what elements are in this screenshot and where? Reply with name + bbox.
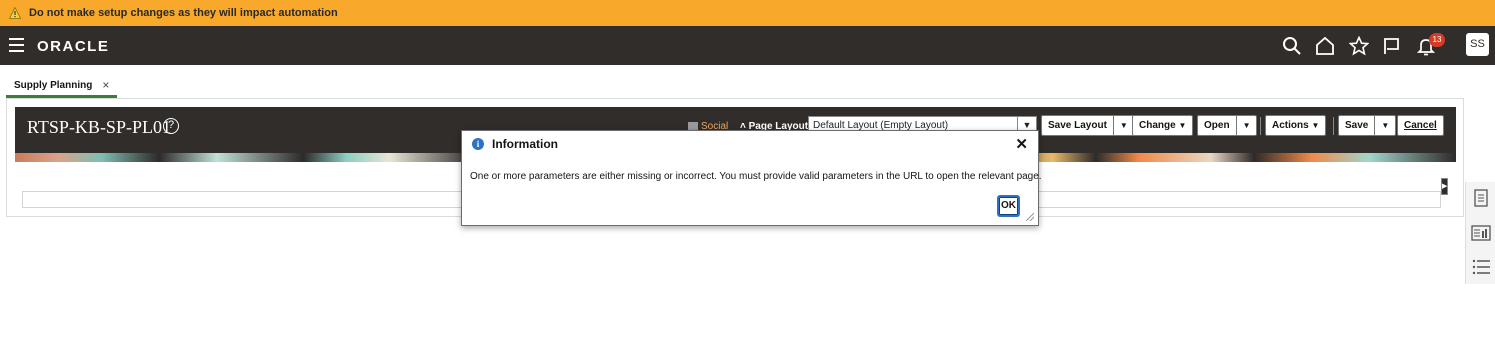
warning-banner: Do not make setup changes as they will i… <box>0 0 1495 26</box>
dialog-message: One or more parameters are either missin… <box>470 171 1042 182</box>
open-button[interactable]: Open ▼ <box>1197 115 1258 136</box>
right-rail <box>1465 182 1495 284</box>
hamburger-icon[interactable] <box>9 38 24 52</box>
dialog-header: i Information ✕ <box>462 131 1038 157</box>
document-icon[interactable] <box>1471 188 1491 208</box>
chevron-down-icon[interactable]: ▼ <box>1235 116 1250 135</box>
chevron-down-icon: ▼ <box>1311 121 1320 130</box>
chevron-down-icon: ▼ <box>1178 121 1187 130</box>
search-icon[interactable] <box>1282 36 1302 56</box>
close-icon[interactable]: ✕ <box>1015 135 1028 153</box>
notification-badge: 13 <box>1429 33 1445 47</box>
info-icon: i <box>472 138 484 150</box>
cancel-button[interactable]: Cancel <box>1397 115 1444 136</box>
toolbar-divider <box>1260 117 1261 135</box>
tab-label: Supply Planning <box>14 79 93 91</box>
save-button[interactable]: Save ▼ <box>1338 115 1397 136</box>
star-icon[interactable] <box>1348 35 1370 56</box>
tab-supply-planning[interactable]: Supply Planning × <box>6 75 118 98</box>
global-header: ORACLE <box>0 26 1495 65</box>
warning-icon <box>9 7 21 19</box>
ok-button[interactable]: OK <box>997 195 1020 217</box>
oracle-logo[interactable]: ORACLE <box>37 38 109 55</box>
actions-button[interactable]: Actions ▼ <box>1265 115 1327 136</box>
report-icon[interactable] <box>1471 223 1491 243</box>
social-icon <box>688 122 698 130</box>
flag-icon[interactable] <box>1382 36 1402 56</box>
information-dialog: i Information ✕ One or more parameters a… <box>461 130 1042 226</box>
change-button[interactable]: Change ▼ <box>1132 115 1194 136</box>
tab-bar: Supply Planning × <box>6 75 118 98</box>
resize-handle-icon[interactable] <box>1026 213 1034 221</box>
chevron-down-icon[interactable]: ▼ <box>1112 116 1128 135</box>
banner-message: Do not make setup changes as they will i… <box>29 7 338 19</box>
dialog-title: Information <box>492 137 558 151</box>
list-icon[interactable] <box>1471 257 1491 277</box>
expand-panel-icon[interactable]: ▶ <box>1441 178 1448 195</box>
close-tab-icon[interactable]: × <box>102 78 109 92</box>
home-icon[interactable] <box>1315 36 1335 56</box>
toolbar-divider <box>1333 117 1334 135</box>
help-icon[interactable]: ? <box>163 118 179 134</box>
chevron-down-icon[interactable]: ▼ <box>1374 116 1389 135</box>
save-layout-button[interactable]: Save Layout ▼ <box>1041 115 1135 136</box>
page-title: RTSP-KB-SP-PL01 <box>27 117 171 137</box>
avatar[interactable]: SS <box>1466 33 1489 56</box>
